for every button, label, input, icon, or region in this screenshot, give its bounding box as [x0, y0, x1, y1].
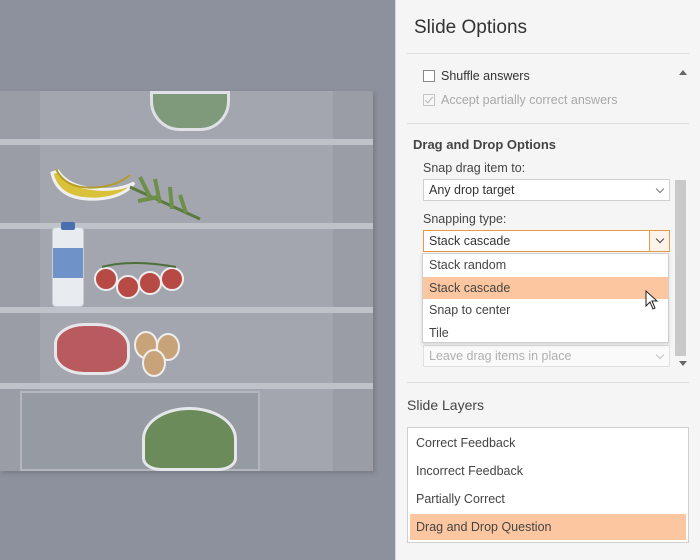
layer-item-incorrect-feedback[interactable]: Incorrect Feedback — [410, 458, 686, 484]
dropdown-option-snap-to-center[interactable]: Snap to center — [423, 299, 668, 322]
fridge-shelf — [0, 383, 373, 389]
accept-partial-label: Accept partially correct answers — [441, 93, 618, 107]
leave-items-select: Leave drag items in place — [423, 345, 670, 367]
cabbage-drag-item[interactable] — [142, 407, 237, 471]
snapping-type-value: Stack cascade — [429, 234, 511, 248]
divider — [407, 123, 689, 124]
panel-title: Slide Options — [414, 17, 528, 38]
snapping-type-dropdown-list: Stack random Stack cascade Snap to cente… — [422, 253, 669, 343]
snapping-type-select[interactable]: Stack cascade — [423, 230, 670, 252]
layer-item-correct-feedback[interactable]: Correct Feedback — [410, 430, 686, 456]
dropdown-option-tile[interactable]: Tile — [423, 322, 668, 345]
drag-drop-heading: Drag and Drop Options — [413, 137, 556, 152]
layer-item-drag-drop-question[interactable]: Drag and Drop Question — [410, 514, 686, 540]
shuffle-answers-checkbox[interactable] — [423, 70, 435, 82]
slide-layers-title: Slide Layers — [407, 397, 485, 413]
shuffle-answers-row[interactable]: Shuffle answers — [423, 69, 530, 83]
tomatoes-drag-item[interactable] — [92, 257, 192, 307]
jar-drag-item[interactable] — [150, 91, 230, 131]
leave-items-value: Leave drag items in place — [429, 349, 572, 363]
snapping-type-label: Snapping type: — [423, 212, 507, 226]
dropdown-option-stack-cascade[interactable]: Stack cascade — [423, 276, 668, 299]
accept-partial-checkbox — [423, 94, 435, 106]
scroll-down-icon[interactable] — [679, 361, 687, 366]
dill-drag-item[interactable] — [120, 167, 210, 227]
fridge-shelf — [0, 307, 373, 313]
scrollbar-thumb[interactable] — [675, 180, 686, 356]
fridge-wall-right — [333, 91, 373, 471]
layer-item-partially-correct[interactable]: Partially Correct — [410, 486, 686, 512]
divider — [407, 53, 689, 54]
slide-canvas-area — [0, 0, 395, 560]
snap-item-value: Any drop target — [429, 183, 515, 197]
dropdown-option-stack-random[interactable]: Stack random — [423, 254, 668, 277]
chevron-down-icon — [655, 184, 665, 194]
scroll-up-icon[interactable] — [679, 70, 687, 75]
shuffle-answers-label: Shuffle answers — [441, 69, 530, 83]
accept-partial-row: Accept partially correct answers — [423, 93, 617, 107]
check-icon — [424, 94, 434, 104]
slide-layers-list: Correct Feedback Incorrect Feedback Part… — [407, 427, 689, 543]
mouse-cursor-icon — [645, 290, 659, 310]
milk-drag-item[interactable] — [52, 222, 84, 307]
milk-label-band — [53, 248, 83, 278]
slide-image-fridge — [0, 91, 373, 471]
chevron-down-icon — [655, 350, 665, 360]
fridge-shelf — [0, 139, 373, 145]
milk-cap — [61, 222, 75, 230]
eggs-drag-item[interactable] — [130, 329, 185, 377]
snap-item-label: Snap drag item to: — [423, 161, 526, 175]
snap-item-select[interactable]: Any drop target — [423, 179, 670, 201]
options-scrollbar[interactable] — [675, 62, 689, 374]
meat-drag-item[interactable] — [54, 323, 130, 375]
divider — [407, 382, 689, 383]
